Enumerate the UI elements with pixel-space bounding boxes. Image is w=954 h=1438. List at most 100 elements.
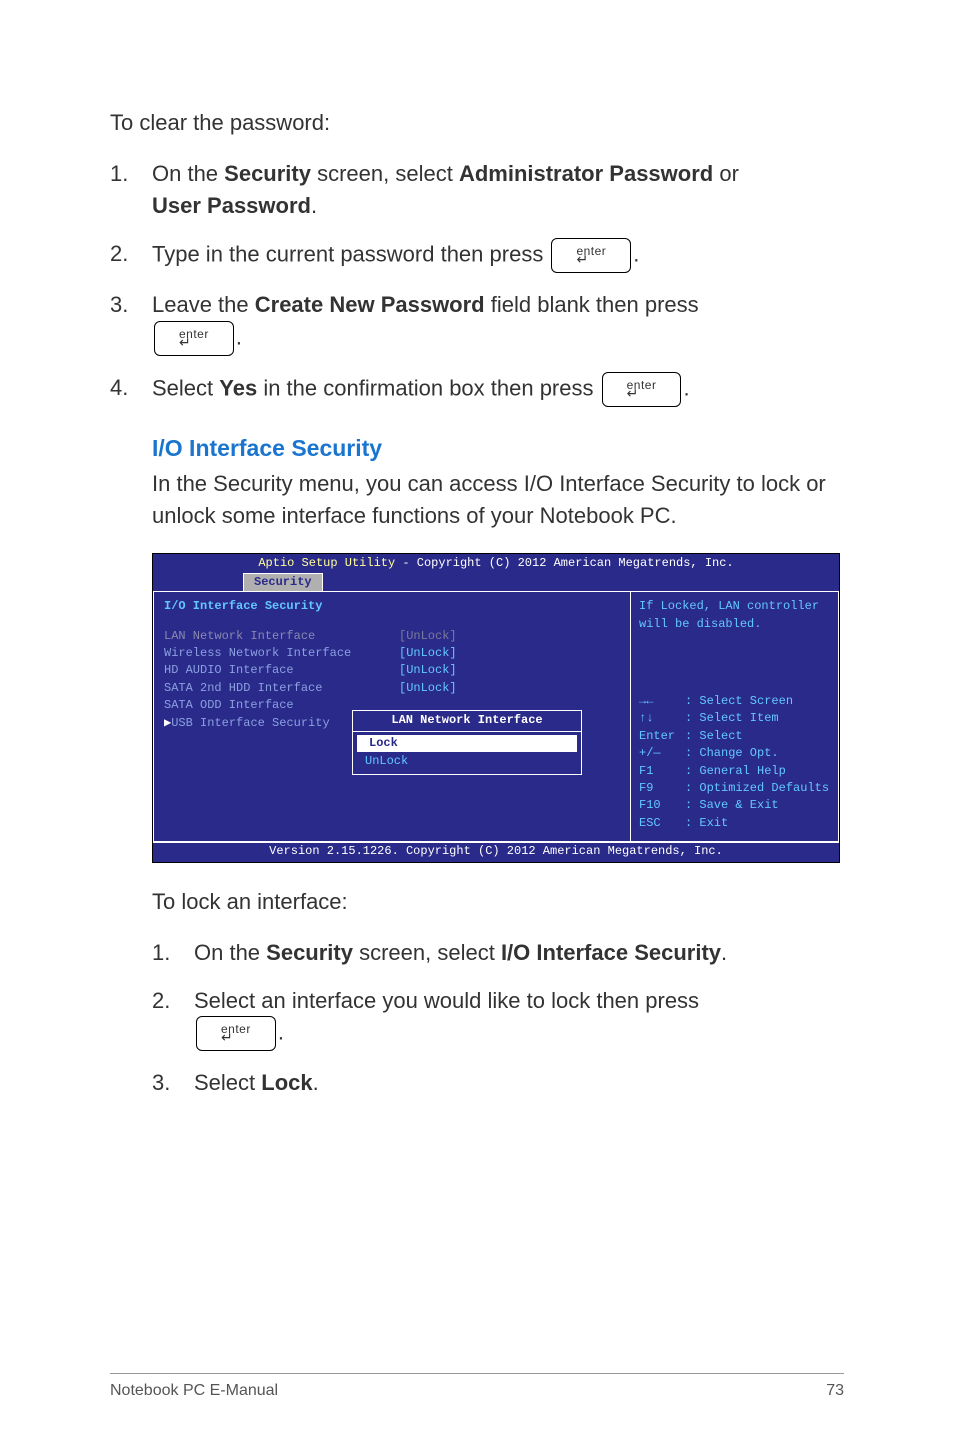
step-body: On the Security screen, select Administr… <box>152 158 844 222</box>
hint-k: ESC <box>639 815 685 832</box>
t: On the <box>152 161 224 186</box>
hint-v: : Select Item <box>685 710 779 727</box>
hint-v: : Exit <box>685 815 728 832</box>
steps-lock-interface: 1. On the Security screen, select I/O In… <box>152 937 844 1100</box>
step-num: 4. <box>110 372 152 407</box>
step-2: 2. Type in the current password then pre… <box>110 238 844 273</box>
t: Type in the current password then press <box>152 241 549 266</box>
bios-tab-security: Security <box>243 573 323 591</box>
bios-row-lan: LAN Network Interface[UnLock] <box>164 628 622 645</box>
bios-header: Aptio Setup Utility - Copyright (C) 2012… <box>153 554 839 572</box>
t: . <box>311 193 317 218</box>
hint-k: ↑↓ <box>639 710 685 727</box>
step-body: Select Lock. <box>194 1067 844 1099</box>
hint-v: : Select Screen <box>685 693 793 710</box>
popup-item-unlock: UnLock <box>353 753 581 770</box>
t: . <box>278 1020 284 1045</box>
t: Security <box>266 940 353 965</box>
step-body: Select Yes in the confirmation box then … <box>152 372 844 407</box>
bios-row-label: Wireless Network Interface <box>164 645 399 662</box>
bios-hint-top: If Locked, LAN controller will be disabl… <box>639 598 830 633</box>
t: Leave the <box>152 292 255 317</box>
t: I/O Interface Security <box>501 940 721 965</box>
enter-key-icon: enter↵ <box>602 372 682 407</box>
t: On the <box>194 940 266 965</box>
lead-lock-interface: To lock an interface: <box>152 889 844 915</box>
bios-main-title: I/O Interface Security <box>164 598 622 615</box>
popup-title: LAN Network Interface <box>353 711 581 731</box>
hint-k: +/— <box>639 745 685 762</box>
step-3: 3. Select Lock. <box>152 1067 844 1099</box>
t: User Password <box>152 193 311 218</box>
page-footer: Notebook PC E-Manual 73 <box>110 1373 844 1400</box>
step-4: 4. Select Yes in the confirmation box th… <box>110 372 844 407</box>
footer-manual-name: Notebook PC E-Manual <box>110 1382 278 1400</box>
hint-v: : Save & Exit <box>685 797 779 814</box>
t: Select an interface you would like to lo… <box>194 988 699 1013</box>
step-2: 2. Select an interface you would like to… <box>152 985 844 1052</box>
bios-main-panel: I/O Interface Security LAN Network Inter… <box>153 592 631 842</box>
hint-v: : Optimized Defaults <box>685 780 829 797</box>
t: . <box>721 940 727 965</box>
footer-page-number: 73 <box>826 1382 844 1400</box>
t: screen, select <box>353 940 501 965</box>
t: field blank then press <box>485 292 699 317</box>
bios-row-value: [UnLock] <box>399 662 457 679</box>
t: Administrator Password <box>459 161 713 186</box>
lead-clear-password: To clear the password: <box>110 110 844 136</box>
t: . <box>313 1070 319 1095</box>
io-section-title: I/O Interface Security <box>152 435 844 462</box>
bios-help-panel: If Locked, LAN controller will be disabl… <box>631 592 839 842</box>
step-body: Type in the current password then press … <box>152 238 844 273</box>
bios-body: I/O Interface Security LAN Network Inter… <box>153 591 839 842</box>
hint-k: F1 <box>639 763 685 780</box>
step-1: 1. On the Security screen, select Admini… <box>110 158 844 222</box>
t: Select <box>152 375 219 400</box>
step-body: Select an interface you would like to lo… <box>194 985 844 1052</box>
bios-tab-row: Security <box>153 573 839 591</box>
step-num: 1. <box>110 158 152 222</box>
t: Select <box>194 1070 261 1095</box>
step-num: 3. <box>152 1067 194 1099</box>
enter-key-icon: enter↵ <box>551 238 631 273</box>
t: . <box>236 324 242 349</box>
bios-row-value: [UnLock] <box>399 680 457 697</box>
hint-v: : Change Opt. <box>685 745 779 762</box>
enter-key-icon: enter↵ <box>154 321 234 356</box>
t: Lock <box>261 1070 312 1095</box>
hint-k: F9 <box>639 780 685 797</box>
step-body: On the Security screen, select I/O Inter… <box>194 937 844 969</box>
hint-k: F10 <box>639 797 685 814</box>
t: . <box>683 375 689 400</box>
t: Security <box>224 161 311 186</box>
hint-k: Enter <box>639 728 685 745</box>
enter-key-icon: enter↵ <box>196 1016 276 1051</box>
bios-row-value: [UnLock] <box>399 645 457 662</box>
io-section-text: In the Security menu, you can access I/O… <box>152 468 844 532</box>
bios-row-label: LAN Network Interface <box>164 628 399 645</box>
bios-row-hdaudio: HD AUDIO Interface[UnLock] <box>164 662 622 679</box>
t: in the confirmation box then press <box>257 375 599 400</box>
step-num: 2. <box>152 985 194 1052</box>
bios-header-title: Aptio Setup Utility <box>258 556 395 570</box>
step-body: Leave the Create New Password field blan… <box>152 289 844 356</box>
step-num: 1. <box>152 937 194 969</box>
step-3: 3. Leave the Create New Password field b… <box>110 289 844 356</box>
steps-clear-password: 1. On the Security screen, select Admini… <box>110 158 844 407</box>
step-num: 2. <box>110 238 152 273</box>
step-1: 1. On the Security screen, select I/O In… <box>152 937 844 969</box>
pointer-icon: ▶ <box>164 715 171 732</box>
bios-popup: LAN Network Interface Lock UnLock <box>352 710 582 775</box>
bios-screenshot: Aptio Setup Utility - Copyright (C) 2012… <box>152 553 840 862</box>
bios-header-copy: - Copyright (C) 2012 American Megatrends… <box>395 556 733 570</box>
bios-row-wireless: Wireless Network Interface[UnLock] <box>164 645 622 662</box>
t: Create New Password <box>255 292 485 317</box>
popup-item-lock: Lock <box>357 735 577 752</box>
hint-k: →← <box>639 693 685 710</box>
step-num: 3. <box>110 289 152 356</box>
bios-footer: Version 2.15.1226. Copyright (C) 2012 Am… <box>153 842 839 861</box>
bios-row-label: HD AUDIO Interface <box>164 662 399 679</box>
bios-row-label: SATA 2nd HDD Interface <box>164 680 399 697</box>
t: Yes <box>219 375 257 400</box>
t: screen, select <box>311 161 459 186</box>
